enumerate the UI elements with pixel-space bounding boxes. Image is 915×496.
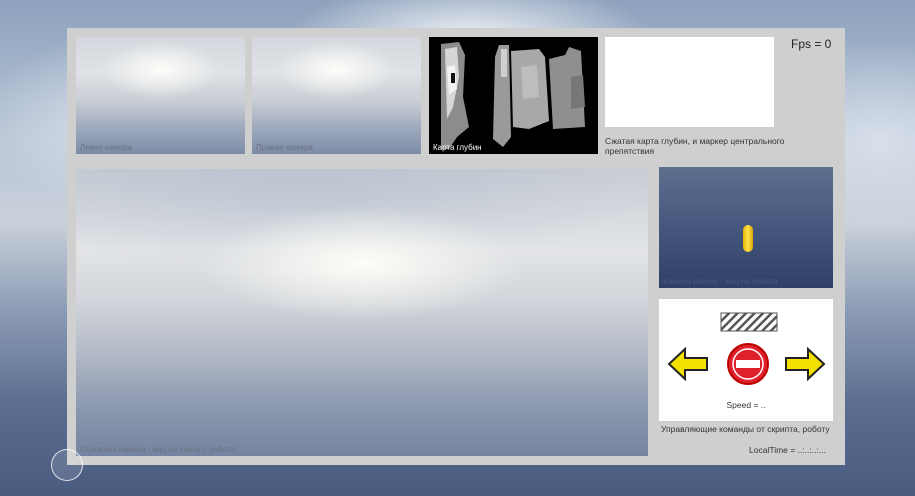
right-camera-view: Правая камера [252,37,421,154]
depth-map-view: Карта глубин [429,37,598,154]
speed-label: Speed = .. [726,400,766,410]
compressed-depth-view [605,37,774,127]
left-camera-caption: Левая камера [80,143,132,152]
main-camera-view: Основная камера - вид на сцену с робота [76,169,648,456]
right-arrow-icon [785,347,826,381]
right-camera-caption: Правая камера [256,143,313,152]
robot-marker [743,225,753,252]
no-entry-icon [727,343,769,385]
depth-map-caption: Карта глубин [433,143,482,152]
local-time-label: LocalTime = ..:..:..:... [749,445,826,455]
main-camera-caption: Основная камера - вид на сцену с робота [80,445,236,454]
control-commands-panel: Speed = .. [659,299,833,421]
control-commands-caption: Управляющие команды от скрипта, роботу [661,424,830,434]
left-arrow-icon [667,347,708,381]
hatched-bar-icon [720,312,778,332]
top-camera-caption: Камера сверху - вид на робота [663,277,778,286]
left-camera-view: Левая камера [76,37,245,154]
fps-counter: Fps = 0 [791,37,832,51]
dashboard-panel: Левая камера Правая камера Карта глубин … [67,28,845,465]
top-camera-view: Камера сверху - вид на робота [659,167,833,288]
compressed-depth-caption: Сжатая карта глубин, и маркер центрально… [605,136,785,156]
depth-map-image [429,37,598,154]
touch-cursor[interactable] [51,449,83,481]
